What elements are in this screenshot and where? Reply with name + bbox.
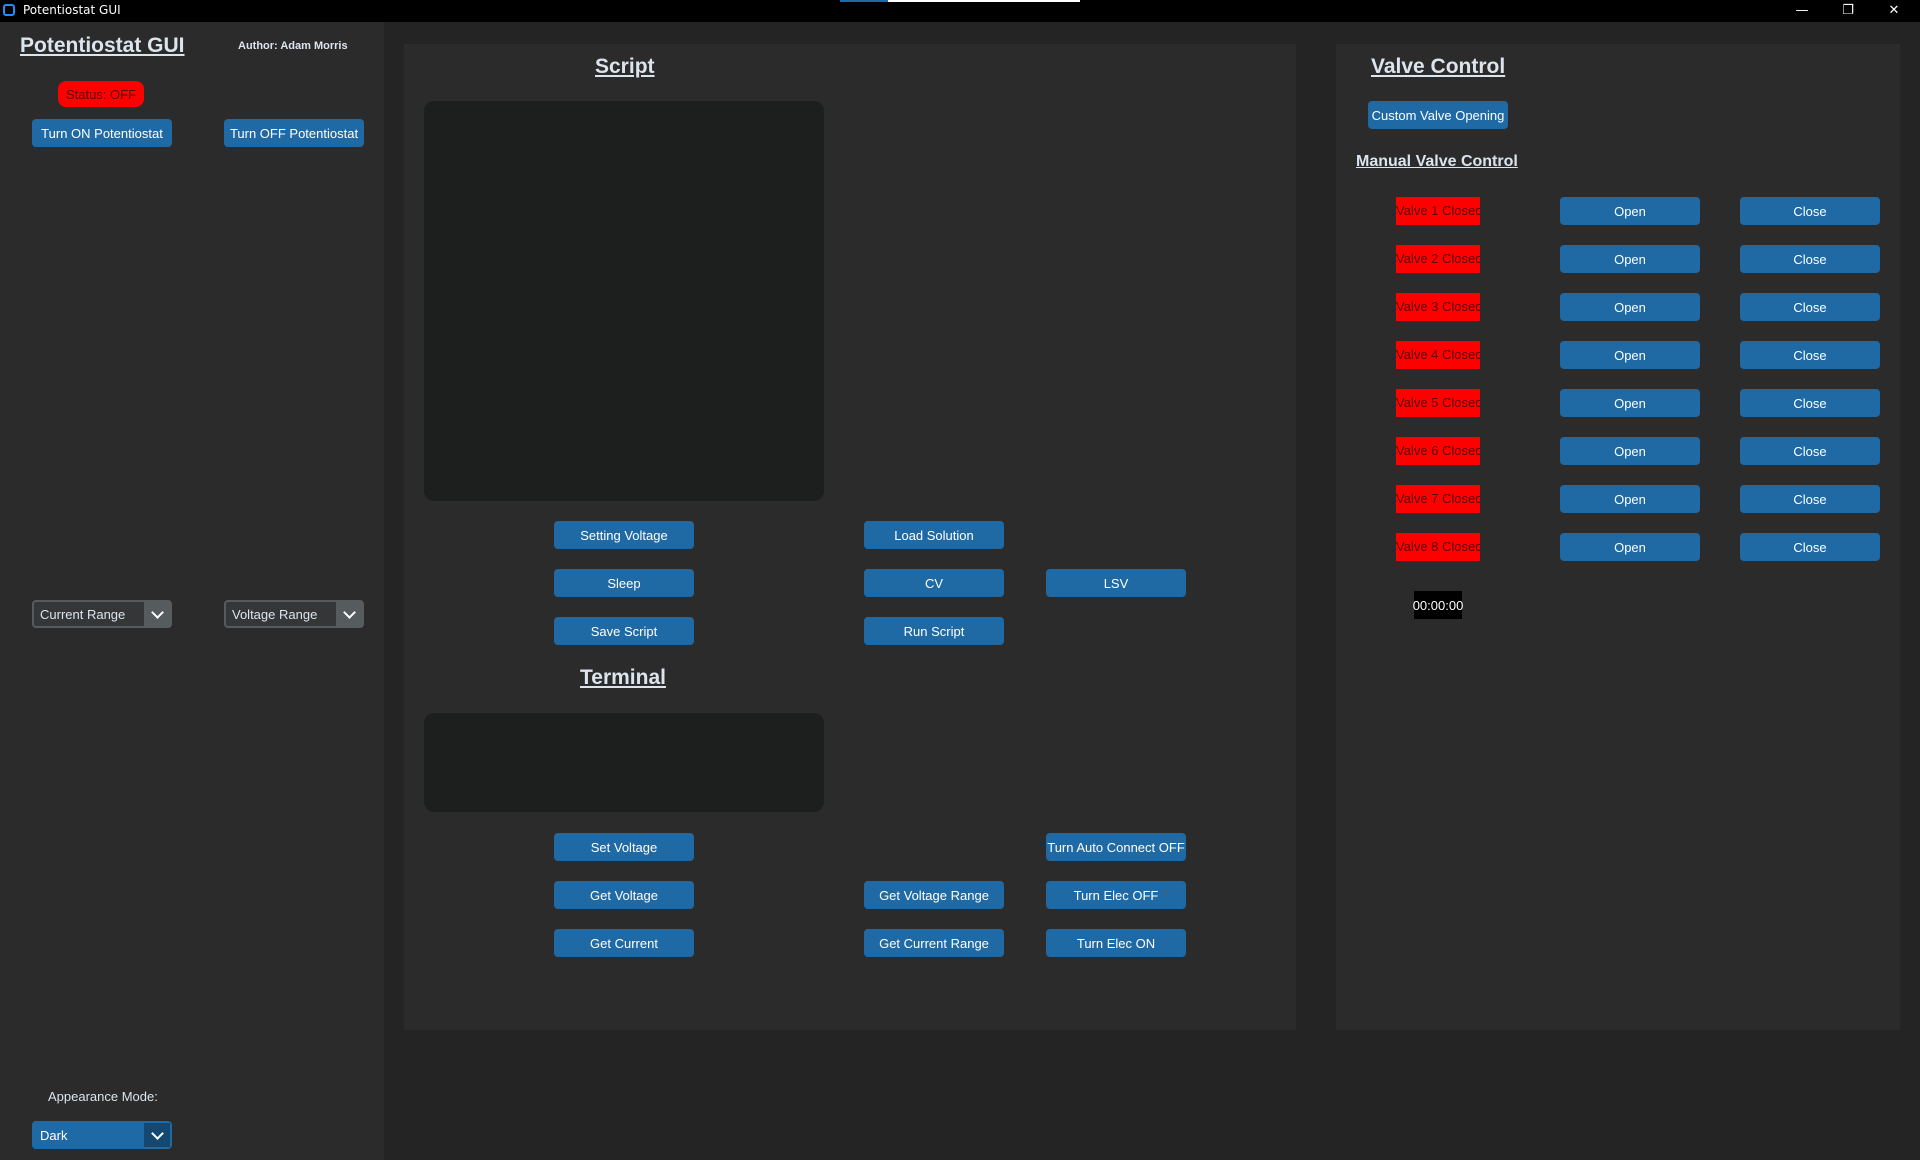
elec-on-button[interactable]: Turn Elec ON	[1046, 929, 1186, 957]
valve-3-status: Valve 3 Closed	[1396, 293, 1480, 321]
chevron-down-icon[interactable]	[336, 602, 362, 626]
restore-icon[interactable]: ❐	[1826, 0, 1870, 22]
valve-1-status: Valve 1 Closed	[1396, 197, 1480, 225]
valve-4-open-button[interactable]: Open	[1560, 341, 1700, 369]
save-script-button[interactable]: Save Script	[554, 617, 694, 645]
valve-8-close-button[interactable]: Close	[1740, 533, 1880, 561]
setting-voltage-button[interactable]: Setting Voltage	[554, 521, 694, 549]
auto-connect-off-button[interactable]: Turn Auto Connect OFF	[1046, 833, 1186, 861]
script-textbox[interactable]	[424, 101, 824, 501]
timer-display: 00:00:00	[1413, 591, 1463, 619]
get-voltage-range-button[interactable]: Get Voltage Range	[864, 881, 1004, 909]
valve-6-status: Valve 6 Closed	[1396, 437, 1480, 465]
valve-6-open-button[interactable]: Open	[1560, 437, 1700, 465]
title-bar	[0, 0, 1920, 22]
load-solution-button[interactable]: Load Solution	[864, 521, 1004, 549]
terminal-title: Terminal	[580, 666, 666, 689]
get-current-range-button[interactable]: Get Current Range	[864, 929, 1004, 957]
elec-off-button[interactable]: Turn Elec OFF	[1046, 881, 1186, 909]
get-voltage-button[interactable]: Get Voltage	[554, 881, 694, 909]
valve-5-status: Valve 5 Closed	[1396, 389, 1480, 417]
appearance-mode-dropdown[interactable]: Dark	[32, 1121, 172, 1149]
lsv-button[interactable]: LSV	[1046, 569, 1186, 597]
valve-2-open-button[interactable]: Open	[1560, 245, 1700, 273]
valve-8-status: Valve 8 Closed	[1396, 533, 1480, 561]
app-icon	[3, 4, 15, 16]
valve-3-open-button[interactable]: Open	[1560, 293, 1700, 321]
current-range-dropdown[interactable]: Current Range	[32, 600, 172, 628]
valve-7-close-button[interactable]: Close	[1740, 485, 1880, 513]
appearance-mode-value: Dark	[40, 1128, 68, 1143]
valve-1-close-button[interactable]: Close	[1740, 197, 1880, 225]
script-title: Script	[595, 55, 655, 78]
turn-off-potentiostat-button[interactable]: Turn OFF Potentiostat	[224, 119, 364, 147]
close-icon[interactable]: ✕	[1872, 0, 1916, 22]
valve-5-close-button[interactable]: Close	[1740, 389, 1880, 417]
chevron-down-icon[interactable]	[144, 1123, 170, 1147]
valve-2-close-button[interactable]: Close	[1740, 245, 1880, 273]
window-title: Potentiostat GUI	[23, 3, 121, 17]
author-label: Author: Adam Morris	[238, 40, 348, 52]
turn-on-potentiostat-button[interactable]: Turn ON Potentiostat	[32, 119, 172, 147]
set-voltage-button[interactable]: Set Voltage	[554, 833, 694, 861]
status-badge: Status: OFF	[58, 81, 144, 107]
get-current-button[interactable]: Get Current	[554, 929, 694, 957]
valve-7-open-button[interactable]: Open	[1560, 485, 1700, 513]
voltage-range-dropdown[interactable]: Voltage Range	[224, 600, 364, 628]
appearance-mode-label: Appearance Mode:	[48, 1089, 158, 1104]
sidebar	[0, 22, 384, 1160]
app-title: Potentiostat GUI	[20, 34, 185, 57]
cv-button[interactable]: CV	[864, 569, 1004, 597]
valve-3-close-button[interactable]: Close	[1740, 293, 1880, 321]
minimize-icon[interactable]: —	[1780, 0, 1824, 22]
manual-valve-control-title: Manual Valve Control	[1356, 153, 1518, 170]
valve-control-title: Valve Control	[1371, 55, 1506, 78]
terminal-textbox[interactable]	[424, 713, 824, 812]
chevron-down-icon[interactable]	[144, 602, 170, 626]
valve-6-close-button[interactable]: Close	[1740, 437, 1880, 465]
current-range-value: Current Range	[40, 607, 126, 622]
valve-8-open-button[interactable]: Open	[1560, 533, 1700, 561]
valve-7-status: Valve 7 Closed	[1396, 485, 1480, 513]
sleep-button[interactable]: Sleep	[554, 569, 694, 597]
valve-4-close-button[interactable]: Close	[1740, 341, 1880, 369]
valve-1-open-button[interactable]: Open	[1560, 197, 1700, 225]
valve-5-open-button[interactable]: Open	[1560, 389, 1700, 417]
run-script-button[interactable]: Run Script	[864, 617, 1004, 645]
valve-4-status: Valve 4 Closed	[1396, 341, 1480, 369]
titlebar-highlight-accent	[840, 0, 888, 2]
custom-valve-opening-button[interactable]: Custom Valve Opening	[1368, 101, 1508, 129]
voltage-range-value: Voltage Range	[232, 607, 318, 622]
valve-2-status: Valve 2 Closed	[1396, 245, 1480, 273]
